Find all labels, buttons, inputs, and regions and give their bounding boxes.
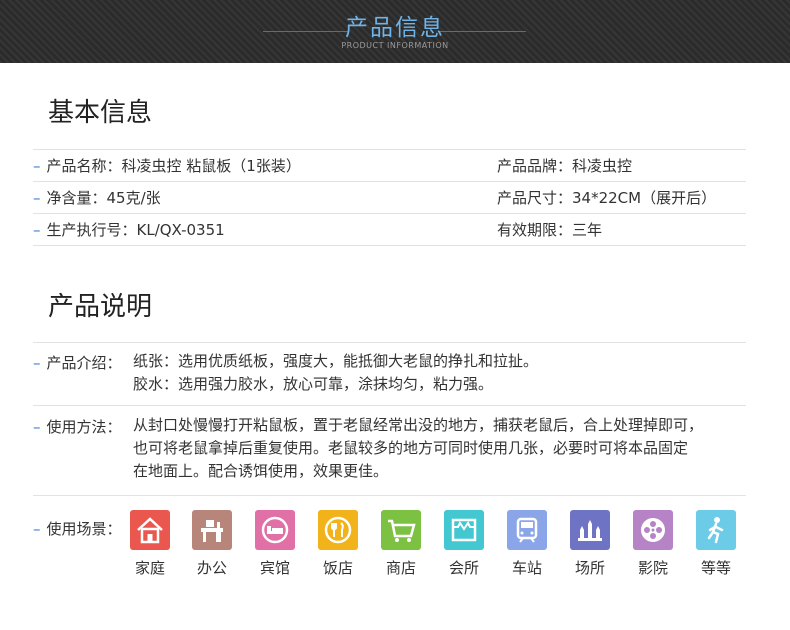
bullet-dash: – [33, 221, 41, 239]
scene-label-venue: 场所 [574, 559, 605, 577]
scene-label-station: 车站 [511, 559, 542, 577]
intro-label: – 产品介绍： [33, 354, 122, 372]
basic-row-3-right: 有效期限：三年 [497, 221, 603, 239]
divider [33, 342, 746, 343]
venue-icon [570, 510, 610, 550]
divider [33, 149, 746, 150]
bullet-dash: – [33, 520, 41, 538]
house-icon [130, 510, 170, 550]
scene-label-etc: 等等 [700, 559, 731, 577]
header-banner: 产品信息 PRODUCT INFORMATION [0, 0, 790, 63]
intro-line: 纸张：选用优质纸板，强度大，能抵御大老鼠的挣扎和拉扯。 [133, 352, 539, 370]
train-icon [507, 510, 547, 550]
scene-label-cinema: 影院 [637, 559, 668, 577]
intro-text: 纸张：选用优质纸板，强度大，能抵御大老鼠的挣扎和拉扯。 胶水：选用强力胶水，放心… [133, 350, 538, 396]
scene-label-office: 办公 [196, 559, 227, 577]
basic-row-1-left: – 产品名称：科凌虫控 粘鼠板（1张装） [33, 157, 301, 175]
divider [33, 181, 746, 182]
usage-line: 也可将老鼠拿掉后重复使用。老鼠较多的地方可同时使用几张，必要时可将本品固定 [133, 439, 689, 457]
usage-text: 从封口处慢慢打开粘鼠板，置于老鼠经常出没的地方，捕获老鼠后，合上处理掉即可， 也… [133, 414, 703, 483]
intro-line: 胶水：选用强力胶水，放心可靠，涂抹均匀，粘力强。 [133, 375, 494, 393]
scene-label-store: 商店 [385, 559, 416, 577]
usage-line: 从封口处慢慢打开粘鼠板，置于老鼠经常出没的地方，捕获老鼠后，合上处理掉即可， [133, 416, 704, 434]
scene-label-restaurant: 饭店 [322, 559, 353, 577]
bullet-dash: – [33, 418, 41, 436]
office-icon [192, 510, 232, 550]
basic-row-1-right: 产品品牌：科凌虫控 [497, 157, 633, 175]
film-reel-icon [633, 510, 673, 550]
usage-line: 在地面上。配合诱饵使用，效果更佳。 [133, 462, 389, 480]
usage-label: – 使用方法： [33, 418, 122, 436]
divider [33, 405, 746, 406]
basic-row-2-right: 产品尺寸：34*22CM（展开后） [497, 189, 717, 207]
basic-row-2-left: – 净含量：45克/张 [33, 189, 161, 207]
bullet-dash: – [33, 354, 41, 372]
divider [33, 213, 746, 214]
scene-label: – 使用场景： [33, 520, 122, 538]
bed-icon [255, 510, 295, 550]
club-icon [444, 510, 484, 550]
scene-label-home: 家庭 [134, 559, 165, 577]
bullet-dash: – [33, 157, 41, 175]
product-desc-title: 产品说明 [48, 292, 153, 322]
divider [33, 495, 746, 496]
scene-label-hotel: 宾馆 [259, 559, 290, 577]
header-subtitle: PRODUCT INFORMATION [341, 41, 449, 50]
header-title: 产品信息 [345, 15, 445, 41]
scene-label-club: 会所 [448, 559, 479, 577]
bullet-dash: – [33, 189, 41, 207]
exit-person-icon [696, 510, 736, 550]
basic-row-3-left: – 生产执行号：KL/QX-0351 [33, 221, 225, 239]
cart-icon [381, 510, 421, 550]
dining-icon [318, 510, 358, 550]
divider [33, 245, 746, 246]
basic-info-title: 基本信息 [48, 98, 153, 128]
